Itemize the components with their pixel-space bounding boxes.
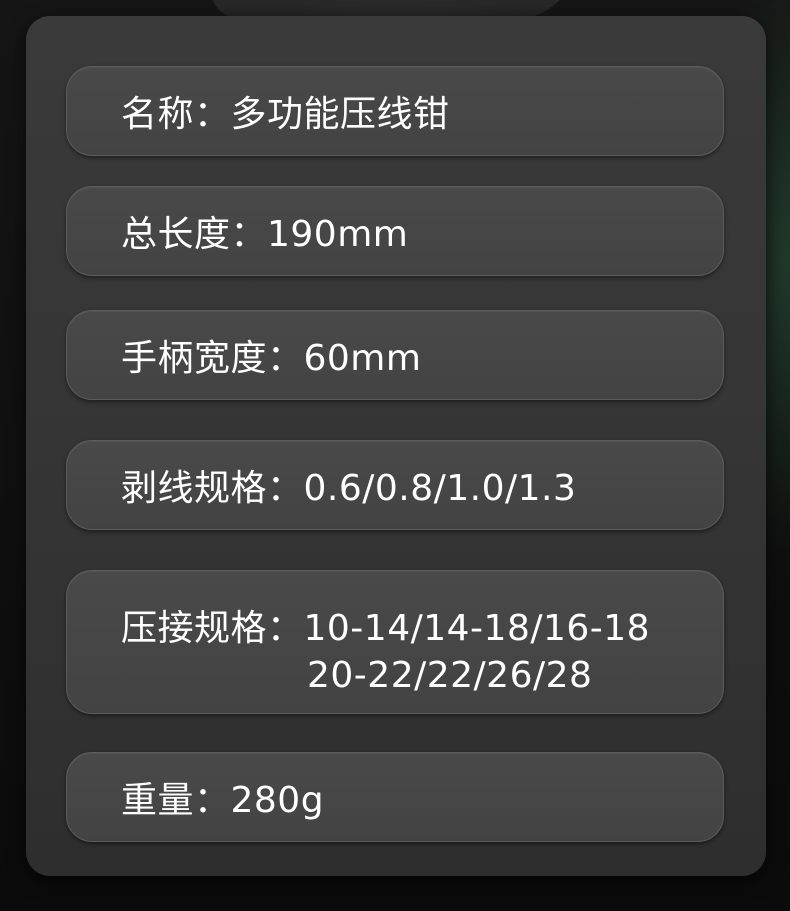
spec-crimp-spec-block: 压接规格：10-14/14-18/16-18 20-22/22/26/28 xyxy=(121,599,650,696)
spec-weight-text: 重量：280g xyxy=(121,780,325,821)
spec-crimp-spec-line-2: 20-22/22/26/28 xyxy=(307,655,593,696)
spec-row-handle-width: 手柄宽度：60mm xyxy=(66,310,724,400)
spec-name-text: 名称：多功能压线钳 xyxy=(121,94,450,135)
spec-row-name: 名称：多功能压线钳 xyxy=(66,66,724,156)
spec-strip-spec-text: 剥线规格：0.6/0.8/1.0/1.3 xyxy=(121,468,577,509)
spec-handle-width-text: 手柄宽度：60mm xyxy=(121,338,422,379)
spec-row-crimp-spec: 压接规格：10-14/14-18/16-18 20-22/22/26/28 xyxy=(66,570,724,714)
spec-row-weight: 重量：280g xyxy=(66,752,724,842)
spec-row-total-length: 总长度：190mm xyxy=(66,186,724,276)
spec-total-length-text: 总长度：190mm xyxy=(121,214,409,255)
spec-crimp-spec-line-1: 压接规格：10-14/14-18/16-18 xyxy=(121,608,651,649)
spec-row-strip-spec: 剥线规格：0.6/0.8/1.0/1.3 xyxy=(66,440,724,530)
